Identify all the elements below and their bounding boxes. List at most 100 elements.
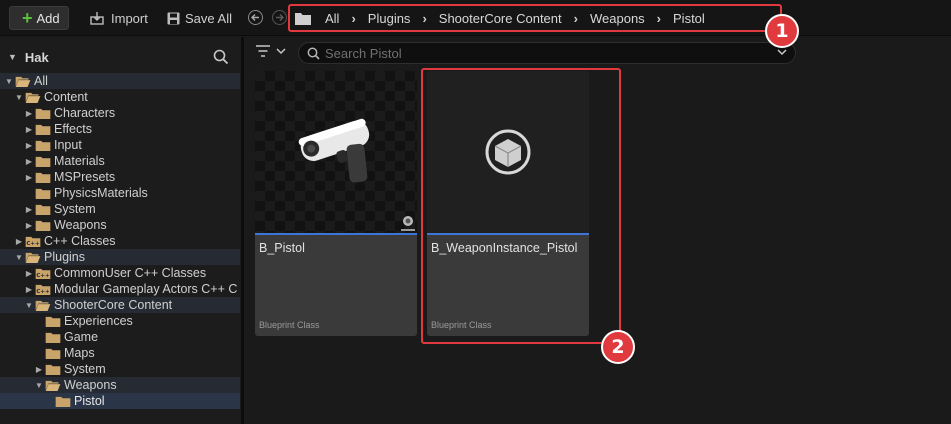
folder-open-icon [45, 380, 61, 391]
filter-button[interactable] [256, 45, 286, 57]
tree-item[interactable]: ▶ System [0, 201, 240, 217]
import-button[interactable]: Import [90, 8, 148, 28]
chevron-down-icon[interactable]: ▼ [14, 93, 24, 102]
chevron-down-icon[interactable]: ▼ [34, 381, 44, 390]
tree-item[interactable]: ▶ C++ Modular Gameplay Actors C++ C [0, 281, 240, 297]
arrow-right-icon [276, 14, 284, 21]
cpp-folder-icon: C++ [35, 284, 51, 295]
svg-text:C++: C++ [36, 289, 50, 295]
tree-item[interactable]: ▼ Plugins [0, 249, 240, 265]
asset-type: Blueprint Class [259, 320, 320, 330]
plus-icon: + [22, 8, 33, 28]
tree-item[interactable]: ▶ Effects [0, 121, 240, 137]
forward-button[interactable] [272, 10, 287, 25]
import-icon [90, 12, 104, 25]
sources-panel: ▼ Hak ▼ All ▼ Content ▶ Characters ▶ Effects ▶ In… [0, 37, 244, 424]
tree-item[interactable]: ▶ System [0, 361, 240, 377]
chevron-right-icon[interactable]: ▶ [34, 365, 44, 374]
tree-item-label: Experiences [64, 314, 133, 328]
chevron-down-icon[interactable] [777, 48, 787, 56]
chevron-down-icon [276, 48, 286, 55]
tree-item[interactable]: ▼ Weapons [0, 377, 240, 393]
tree-item[interactable]: ▶ Characters [0, 105, 240, 121]
folder-icon [35, 188, 51, 199]
folder-open-icon [25, 252, 41, 263]
add-label: Add [36, 10, 60, 26]
chevron-right-icon[interactable]: ▶ [24, 173, 34, 182]
tree-item-label: Content [44, 90, 88, 104]
tree-item-label: PhysicsMaterials [54, 186, 148, 200]
import-label: Import [111, 10, 148, 26]
folder-icon [35, 204, 51, 215]
back-button[interactable] [248, 10, 263, 25]
folder-icon [35, 108, 51, 119]
tree-item-label: Pistol [74, 394, 105, 408]
tree-item[interactable]: ▶ Weapons [0, 217, 240, 233]
tree-item[interactable]: ▶ C++ C++ Classes [0, 233, 240, 249]
highlight-box-breadcrumb [288, 4, 782, 32]
svg-text:C++: C++ [36, 273, 50, 279]
tree-item[interactable]: Game [0, 329, 240, 345]
chevron-right-icon[interactable]: ▶ [24, 205, 34, 214]
folder-icon [35, 220, 51, 231]
tree-item-label: Plugins [44, 250, 85, 264]
tree-item-label: CommonUser C++ Classes [54, 266, 207, 280]
sources-header[interactable]: ▼ Hak [0, 45, 240, 69]
folder-icon [45, 364, 61, 375]
search-icon [307, 47, 320, 60]
folder-icon [35, 156, 51, 167]
folder-tree: ▼ All ▼ Content ▶ Characters ▶ Effects ▶ Input ▶ Ma… [0, 73, 240, 409]
tree-item-label: Weapons [64, 378, 117, 392]
folder-open-icon [35, 300, 51, 311]
tree-item[interactable]: ▼ ShooterCore Content [0, 297, 240, 313]
chevron-down-icon[interactable]: ▼ [24, 301, 34, 310]
search-input[interactable]: Search Pistol [298, 42, 796, 64]
folder-icon [45, 348, 61, 359]
chevron-right-icon[interactable]: ▶ [24, 109, 34, 118]
tree-item-label: Materials [54, 154, 105, 168]
chevron-right-icon[interactable]: ▶ [24, 221, 34, 230]
collapse-triangle-icon: ▼ [8, 52, 17, 62]
add-button[interactable]: + Add [9, 6, 69, 30]
tree-item[interactable]: ▶ MSPresets [0, 169, 240, 185]
tree-item[interactable]: ▼ All [0, 73, 240, 89]
asset-name: B_Pistol [259, 241, 305, 255]
chevron-right-icon[interactable]: ▶ [24, 285, 34, 294]
chevron-down-icon[interactable]: ▼ [14, 253, 24, 262]
search-icon[interactable] [213, 49, 229, 65]
chevron-right-icon[interactable]: ▶ [24, 269, 34, 278]
chevron-down-icon[interactable]: ▼ [4, 77, 14, 86]
annotation-badge-2: 2 [601, 330, 635, 364]
highlight-box-asset [421, 68, 621, 344]
asset-tile[interactable]: B_Pistol Blueprint Class [255, 71, 417, 336]
tree-item[interactable]: Experiences [0, 313, 240, 329]
chevron-right-icon[interactable]: ▶ [24, 141, 34, 150]
folder-icon [45, 332, 61, 343]
chevron-right-icon[interactable]: ▶ [24, 125, 34, 134]
tree-item-label: ShooterCore Content [54, 298, 173, 312]
sources-title: Hak [24, 49, 49, 65]
tree-item-label: Maps [64, 346, 95, 360]
tree-item-label: Characters [54, 106, 116, 120]
folder-open-icon [25, 92, 41, 103]
tree-item-label: Input [54, 138, 82, 152]
save-all-button[interactable]: Save All [167, 8, 232, 28]
annotation-badge-1: 1 [765, 14, 799, 48]
chevron-right-icon[interactable]: ▶ [14, 237, 24, 246]
tree-item[interactable]: ▶ C++ CommonUser C++ Classes [0, 265, 240, 281]
folder-icon [35, 140, 51, 151]
tree-item-label: Game [64, 330, 99, 344]
tree-item-label: All [34, 74, 48, 88]
tree-item-label: MSPresets [54, 170, 116, 184]
folder-icon [35, 124, 51, 135]
tree-item[interactable]: Pistol [0, 393, 240, 409]
tree-item[interactable]: ▼ Content [0, 89, 240, 105]
tree-item[interactable]: ▶ Input [0, 137, 240, 153]
tree-item-label: System [64, 362, 106, 376]
tree-item-label: Modular Gameplay Actors C++ C [54, 282, 238, 296]
tree-item[interactable]: Maps [0, 345, 240, 361]
chevron-right-icon[interactable]: ▶ [24, 157, 34, 166]
asset-info: B_Pistol Blueprint Class [255, 235, 417, 336]
tree-item[interactable]: PhysicsMaterials [0, 185, 240, 201]
tree-item[interactable]: ▶ Materials [0, 153, 240, 169]
